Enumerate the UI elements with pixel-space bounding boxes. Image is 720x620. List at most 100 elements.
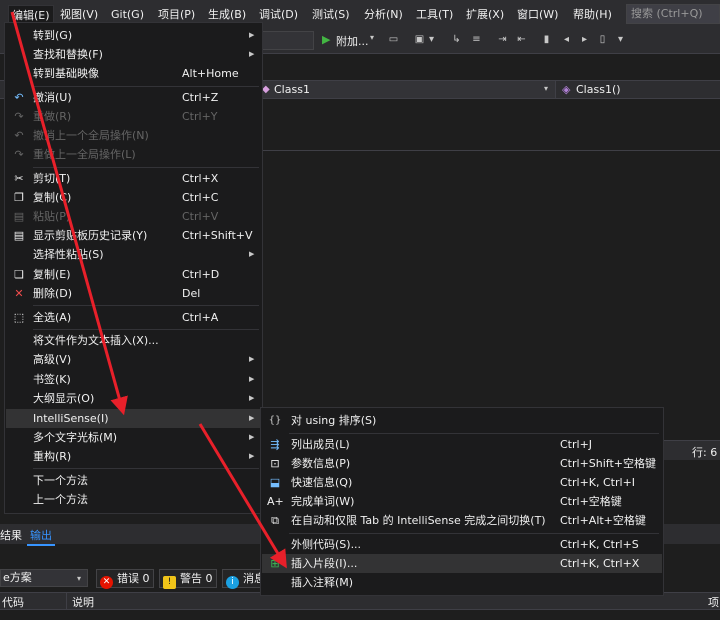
bookmark-clear-icon[interactable]: ▯ bbox=[596, 33, 609, 47]
menu-separator bbox=[33, 305, 259, 306]
menu-item-paste-special[interactable]: 选择性粘贴(S) ▶ bbox=[6, 245, 261, 264]
bookmark-icon[interactable]: ▮ bbox=[540, 33, 553, 47]
menu-item-intellisense[interactable]: IntelliSense(I) ▶ bbox=[6, 409, 261, 428]
menu-separator bbox=[33, 329, 259, 330]
menu-test[interactable]: 测试(S) bbox=[309, 5, 353, 24]
menu-tools[interactable]: 工具(T) bbox=[413, 5, 456, 24]
column-project[interactable]: 项 bbox=[708, 594, 719, 610]
menu-item-find-replace[interactable]: 查找和替换(F) ▶ bbox=[6, 45, 261, 64]
chevron-down-icon[interactable]: ▾ bbox=[370, 33, 374, 42]
warnings-filter-button[interactable]: ! 警告 0 bbox=[159, 569, 217, 589]
submenu-arrow-icon: ▶ bbox=[249, 433, 255, 441]
menu-item-paste[interactable]: ▤ 粘贴(P) Ctrl+V bbox=[6, 207, 261, 226]
menu-separator bbox=[33, 86, 259, 87]
submenu-arrow-icon: ▶ bbox=[249, 414, 255, 422]
tab-output[interactable]: 输出 bbox=[27, 526, 55, 546]
bookmark-next-icon[interactable]: ▸ bbox=[578, 33, 591, 47]
toggle-completion-icon: ⧉ bbox=[271, 514, 279, 527]
bookmark-prev-icon[interactable]: ◂ bbox=[560, 33, 573, 47]
editor-divider bbox=[262, 150, 720, 151]
menu-item-bookmarks[interactable]: 书签(K) ▶ bbox=[6, 370, 261, 389]
menu-item-goto-base[interactable]: 转到基础映像 Alt+Home bbox=[6, 64, 261, 83]
step-icon[interactable]: ↳ bbox=[450, 33, 463, 47]
chevron-down-icon[interactable]: ▾ bbox=[544, 84, 548, 93]
submenu-arrow-icon: ▶ bbox=[249, 31, 255, 39]
global-redo-icon: ↷ bbox=[14, 148, 24, 161]
menu-item-sort-usings[interactable]: {} 对 using 排序(S) bbox=[262, 411, 662, 430]
menu-item-redo[interactable]: ↷ 重做(R) Ctrl+Y bbox=[6, 107, 261, 126]
menu-help[interactable]: 帮助(H) bbox=[570, 5, 615, 24]
submenu-arrow-icon: ▶ bbox=[249, 375, 255, 383]
duplicate-icon: ❏ bbox=[14, 268, 24, 281]
errors-filter-button[interactable]: ✕ 错误 0 bbox=[96, 569, 154, 589]
column-description[interactable]: 说明 bbox=[72, 594, 94, 610]
menu-item-select-all[interactable]: ⬚ 全选(A) Ctrl+A bbox=[6, 308, 261, 327]
sort-usings-icon: {} bbox=[268, 415, 282, 426]
menu-analyze[interactable]: 分析(N) bbox=[361, 5, 406, 24]
menu-item-cut[interactable]: ✂ 剪切(T) Ctrl+X bbox=[6, 169, 261, 188]
submenu-arrow-icon: ▶ bbox=[249, 250, 255, 258]
member-dropdown[interactable]: Class1() bbox=[576, 83, 621, 96]
menu-item-advanced[interactable]: 高级(V) ▶ bbox=[6, 350, 261, 369]
menu-item-next-method[interactable]: 下一个方法 bbox=[6, 471, 261, 490]
menu-item-duplicate[interactable]: ❏ 复制(E) Ctrl+D bbox=[6, 265, 261, 284]
list-members-icon: ⇶ bbox=[270, 438, 280, 451]
submenu-arrow-icon: ▶ bbox=[249, 355, 255, 363]
menu-item-refactor[interactable]: 重构(R) ▶ bbox=[6, 447, 261, 466]
search-input[interactable]: 搜索 (Ctrl+Q) bbox=[626, 4, 720, 24]
menu-item-undo[interactable]: ↶ 撤消(U) Ctrl+Z bbox=[6, 88, 261, 107]
submenu-arrow-icon: ▶ bbox=[249, 50, 255, 58]
menu-extensions[interactable]: 扩展(X) bbox=[463, 5, 507, 24]
clipboard-icon: ▤ bbox=[13, 229, 25, 242]
menu-item-parameter-info[interactable]: ⊡ 参数信息(P) Ctrl+Shift+空格键 bbox=[262, 454, 662, 473]
menu-item-surround-with[interactable]: 外侧代码(S)... Ctrl+K, Ctrl+S bbox=[262, 535, 662, 554]
indent-icon[interactable]: ⇥ bbox=[496, 33, 509, 47]
menu-item-insert-snippet[interactable]: ⊞ 插入片段(I)... Ctrl+K, Ctrl+X bbox=[262, 554, 662, 573]
menu-item-complete-word[interactable]: A+ 完成单词(W) Ctrl+空格键 bbox=[262, 492, 662, 511]
menu-item-outlining[interactable]: 大纲显示(O) ▶ bbox=[6, 389, 261, 408]
menu-item-insert-comment[interactable]: 插入注释(M) bbox=[262, 573, 662, 592]
align-icon[interactable]: ≡ bbox=[470, 33, 483, 47]
menu-item-delete[interactable]: ✕ 删除(D) Del bbox=[6, 284, 261, 303]
menu-item-goto[interactable]: 转到(G) ▶ bbox=[6, 26, 261, 45]
paste-icon: ▤ bbox=[13, 210, 25, 223]
submenu-arrow-icon: ▶ bbox=[249, 394, 255, 402]
column-divider bbox=[66, 592, 67, 610]
class-icon: ◆ bbox=[262, 84, 270, 95]
chevron-down-icon[interactable]: ▾ bbox=[77, 574, 81, 583]
menu-item-insert-file-as-text[interactable]: 将文件作为文本插入(X)... bbox=[6, 331, 261, 350]
outdent-icon[interactable]: ⇤ bbox=[515, 33, 528, 47]
error-icon: ✕ bbox=[100, 576, 113, 589]
menu-item-toggle-completion-mode[interactable]: ⧉ 在自动和仅限 Tab 的 IntelliSense 完成之间切换(T) Ct… bbox=[262, 511, 662, 530]
warnings-label: 警告 0 bbox=[180, 572, 213, 585]
copy-icon: ❐ bbox=[14, 191, 24, 204]
errors-label: 错误 0 bbox=[117, 572, 150, 585]
menu-item-copy[interactable]: ❐ 复制(C) Ctrl+C bbox=[6, 188, 261, 207]
menu-item-previous-method[interactable]: 上一个方法 bbox=[6, 490, 261, 509]
folder-icon[interactable]: ▭ bbox=[387, 33, 400, 47]
tab-results[interactable]: 结果 bbox=[0, 527, 22, 543]
menu-window[interactable]: 窗口(W) bbox=[514, 5, 561, 24]
menu-item-global-redo[interactable]: ↷ 重做上一全局操作(L) bbox=[6, 145, 261, 164]
configuration-dropdown[interactable] bbox=[262, 31, 314, 50]
chevron-down-icon[interactable]: ▾ bbox=[425, 33, 438, 47]
scope-filter-dropdown[interactable]: e方案 bbox=[0, 569, 88, 587]
menu-item-global-undo[interactable]: ↶ 撤消上一个全局操作(N) bbox=[6, 126, 261, 145]
attach-button[interactable]: 附加... bbox=[336, 33, 369, 49]
redo-icon: ↷ bbox=[14, 110, 24, 123]
warning-icon: ! bbox=[163, 576, 176, 589]
class-name: Class1 bbox=[274, 83, 310, 96]
edit-menu: 转到(G) ▶ 查找和替换(F) ▶ 转到基础映像 Alt+Home ↶ 撤消(… bbox=[4, 22, 263, 514]
line-indicator: 行: 6 bbox=[692, 446, 718, 459]
menu-item-multi-caret[interactable]: 多个文字光标(M) ▶ bbox=[6, 428, 261, 447]
overflow-icon[interactable]: ▾ bbox=[614, 33, 627, 47]
insert-snippet-icon: ⊞ bbox=[270, 557, 280, 570]
menu-item-quick-info[interactable]: ⬓ 快速信息(Q) Ctrl+K, Ctrl+I bbox=[262, 473, 662, 492]
start-icon[interactable]: ▶ bbox=[322, 33, 330, 46]
menu-item-clipboard-history[interactable]: ▤ 显示剪贴板历史记录(Y) Ctrl+Shift+V bbox=[6, 226, 261, 245]
quick-info-icon: ⬓ bbox=[269, 476, 281, 489]
menu-separator bbox=[33, 468, 259, 469]
menu-item-list-members[interactable]: ⇶ 列出成员(L) Ctrl+J bbox=[262, 435, 662, 454]
parameter-info-icon: ⊡ bbox=[270, 457, 280, 470]
column-code[interactable]: 代码 bbox=[2, 594, 24, 610]
